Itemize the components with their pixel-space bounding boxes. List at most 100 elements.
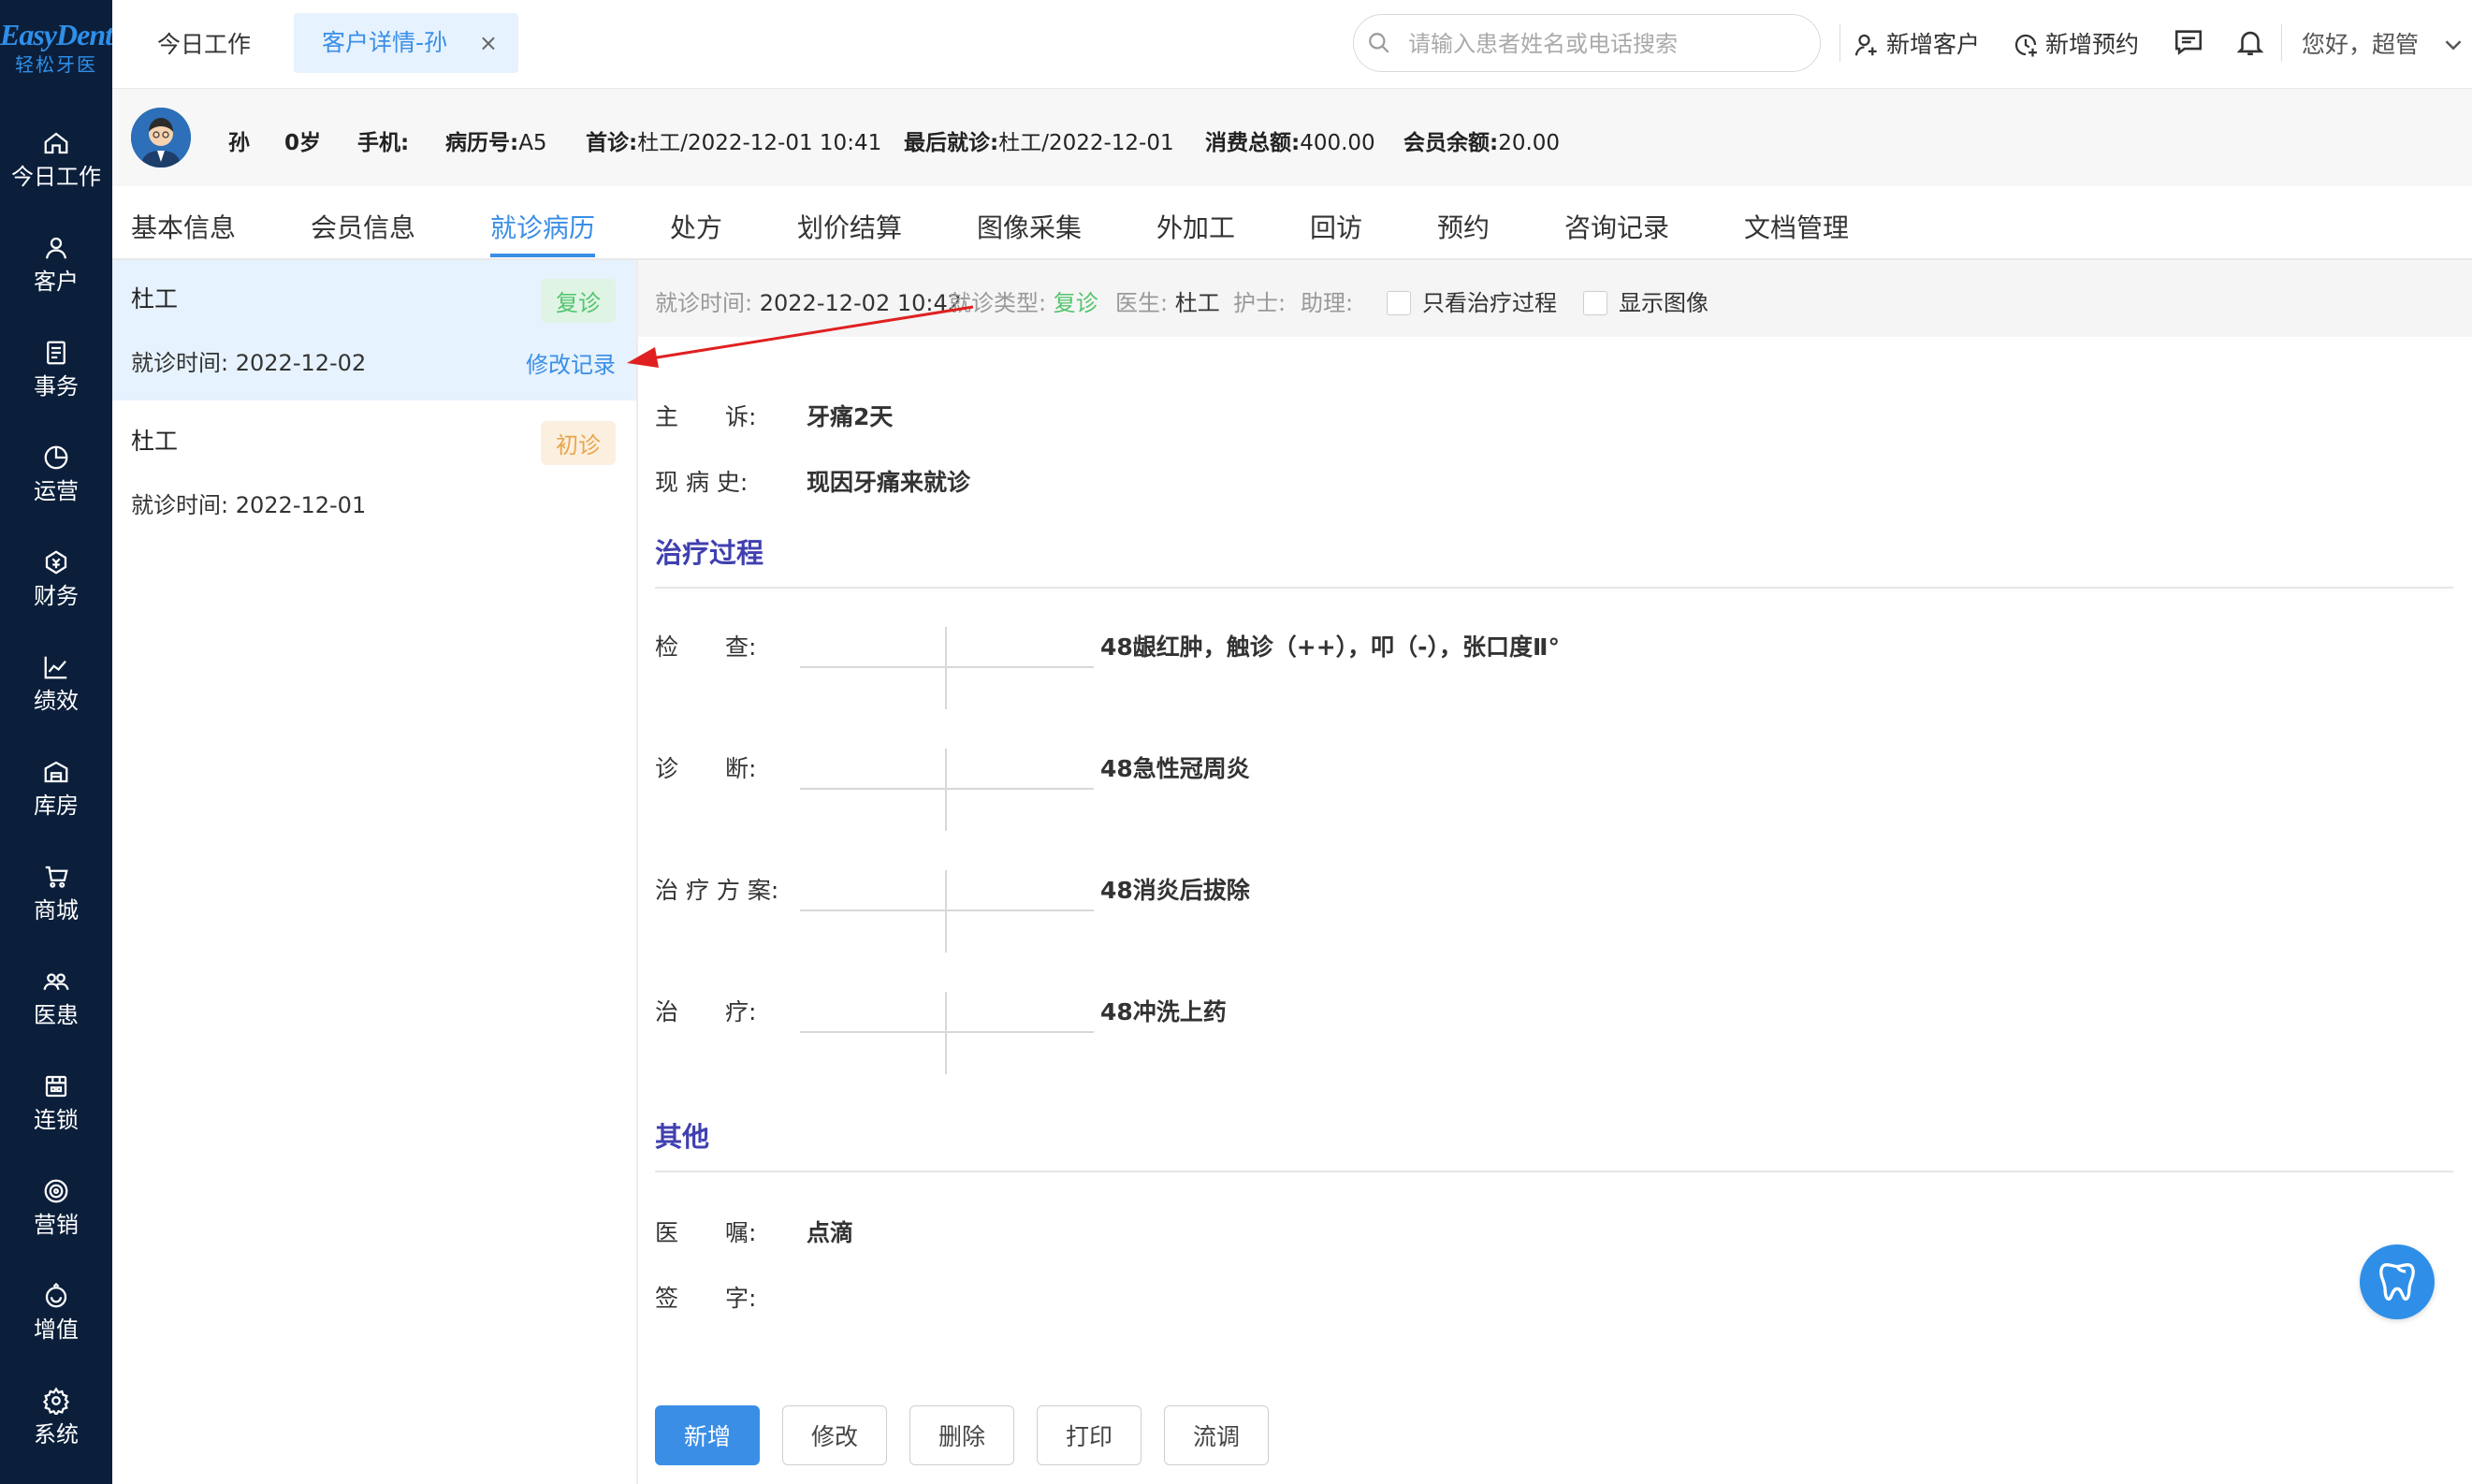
add-appointment-button[interactable]: 新增预约 — [2012, 26, 2139, 60]
edit-history-link[interactable]: 修改记录 — [526, 346, 616, 379]
tab-member-info[interactable]: 会员信息 — [311, 208, 415, 245]
tab-image-capture[interactable]: 图像采集 — [977, 208, 1082, 245]
present-illness-label: 现 病 史: — [655, 469, 749, 496]
treatment-value: 48冲洗上药 — [1100, 998, 1227, 1026]
print-button[interactable]: 打印 — [1037, 1405, 1141, 1465]
bell-icon[interactable] — [2234, 26, 2266, 58]
avatar-image — [131, 108, 191, 167]
patient-name: 孙 — [228, 131, 250, 155]
visit-doctor: 杜工 — [131, 428, 179, 455]
list-item[interactable]: 杜工 复诊 就诊时间: 2022-12-02 修改记录 — [112, 260, 636, 400]
sidebar-item-operations[interactable]: 运营 — [0, 444, 112, 537]
patient-info-bar: 孙 0岁 手机: 病历号:A5 首诊:杜工/2022-12-01 10:41 最… — [112, 89, 2472, 186]
tab-label: 客户详情-孙 — [322, 29, 448, 56]
record-doctor: 医生: 杜工 — [1115, 290, 1220, 316]
sidebar-item-doctor-patient[interactable]: 医患 — [0, 968, 112, 1061]
tab-follow-up[interactable]: 回访 — [1310, 208, 1362, 245]
modify-button[interactable]: 修改 — [782, 1405, 887, 1465]
record-nurse: 护士: — [1233, 290, 1287, 316]
sidebar-item-finance[interactable]: 财务 — [0, 548, 112, 642]
tooth-position-chart[interactable] — [800, 992, 1094, 1074]
sidebar-item-today[interactable]: 今日工作 — [0, 129, 112, 223]
tab-customer-detail[interactable]: 客户详情-孙 × — [294, 13, 518, 73]
home-icon — [44, 132, 68, 154]
sidebar-item-label: 营销 — [34, 1212, 79, 1238]
tab-basic-info[interactable]: 基本信息 — [131, 208, 236, 245]
delete-button[interactable]: 删除 — [909, 1405, 1014, 1465]
sidebar-item-mall[interactable]: 商城 — [0, 863, 112, 956]
tooth-position-chart[interactable] — [800, 749, 1094, 831]
status-badge: 复诊 — [541, 279, 616, 323]
tab-documents[interactable]: 文档管理 — [1744, 208, 1849, 245]
checkbox-box[interactable] — [1583, 291, 1607, 315]
sidebar-item-label: 商城 — [34, 897, 79, 924]
close-icon[interactable]: × — [479, 13, 498, 73]
sidebar-item-value-added[interactable]: 增值 — [0, 1282, 112, 1375]
sidebar-item-performance[interactable]: 绩效 — [0, 653, 112, 747]
sidebar-item-system[interactable]: 系统 — [0, 1387, 112, 1480]
only-process-checkbox[interactable]: 只看治疗过程 — [1387, 284, 1557, 317]
sidebar-item-label: 医患 — [34, 1002, 79, 1028]
record-visit-type: 就诊类型: 复诊 — [949, 290, 1098, 316]
search-box[interactable] — [1353, 14, 1821, 72]
present-illness-value: 现因牙痛来就诊 — [807, 469, 971, 496]
search-input[interactable] — [1406, 24, 1803, 64]
message-icon[interactable] — [2173, 26, 2204, 58]
show-images-checkbox[interactable]: 显示图像 — [1583, 284, 1709, 317]
patient-record-no: 病历号:A5 — [445, 131, 547, 155]
tooth-float-button[interactable] — [2360, 1244, 2435, 1319]
sidebar-item-customer[interactable]: 客户 — [0, 234, 112, 327]
tooth-position-chart[interactable] — [800, 627, 1094, 709]
add-appointment-label: 新增预约 — [2045, 31, 2140, 58]
tooth-position-chart[interactable] — [800, 870, 1094, 953]
sidebar-item-label: 绩效 — [34, 688, 79, 714]
visit-doctor: 杜工 — [131, 285, 179, 313]
advice-label: 医 嘱: — [655, 1219, 757, 1246]
visit-time: 就诊时间: 2022-12-01 — [131, 492, 367, 518]
list-item[interactable]: 杜工 初诊 就诊时间: 2022-12-01 — [112, 402, 636, 543]
diagnosis-value: 48急性冠周炎 — [1100, 755, 1250, 782]
warehouse-icon — [44, 761, 68, 783]
advice-value: 点滴 — [807, 1219, 854, 1246]
chief-complaint-label: 主 诉: — [655, 403, 757, 430]
sidebar-item-label: 今日工作 — [11, 164, 101, 190]
tab-billing[interactable]: 划价结算 — [797, 208, 902, 245]
tab-outsourcing[interactable]: 外加工 — [1156, 208, 1235, 245]
pie-chart-icon — [44, 445, 68, 470]
exam-label: 检 查: — [655, 633, 757, 661]
section-title-other: 其他 — [655, 1121, 710, 1153]
tab-medical-record[interactable]: 就诊病历 — [490, 208, 595, 245]
divider — [2281, 24, 2282, 62]
tab-appointment[interactable]: 预约 — [1437, 208, 1490, 245]
sidebar-item-label: 连锁 — [34, 1107, 79, 1133]
store-icon — [45, 1075, 67, 1098]
sidebar-item-label: 事务 — [34, 373, 79, 400]
checkbox-box[interactable] — [1387, 291, 1411, 315]
tab-today-work[interactable]: 今日工作 — [157, 26, 251, 60]
visit-list: 杜工 复诊 就诊时间: 2022-12-02 修改记录 杜工 初诊 就诊时间: … — [112, 260, 638, 1484]
visit-time: 就诊时间: 2022-12-02 — [131, 350, 367, 376]
sidebar-item-chain[interactable]: 连锁 — [0, 1072, 112, 1166]
tab-consultation[interactable]: 咨询记录 — [1564, 208, 1669, 245]
add-customer-button[interactable]: 新增客户 — [1853, 26, 1980, 60]
divider — [1839, 24, 1840, 62]
patient-first-visit: 首诊:杜工/2022-12-01 10:41 — [586, 131, 882, 155]
add-customer-label: 新增客户 — [1886, 31, 1981, 58]
target-icon — [44, 1179, 68, 1203]
top-bar: 今日工作 客户详情-孙 × 新增客户 新增预约 您好，超管 — [112, 0, 2472, 89]
sidebar-item-affairs[interactable]: 事务 — [0, 339, 112, 432]
user-menu[interactable]: 您好，超管 — [2302, 26, 2467, 60]
tab-prescription[interactable]: 处方 — [670, 208, 722, 245]
section-divider — [655, 1171, 2453, 1172]
record-assistant: 助理: — [1301, 290, 1354, 316]
add-button[interactable]: 新增 — [655, 1405, 760, 1465]
sidebar-item-warehouse[interactable]: 库房 — [0, 758, 112, 851]
transfer-button[interactable]: 流调 — [1164, 1405, 1269, 1465]
sidebar-item-marketing[interactable]: 营销 — [0, 1177, 112, 1271]
patient-total-spend: 消费总额:400.00 — [1205, 131, 1375, 155]
signature-label: 签 字: — [655, 1285, 757, 1312]
active-tab-indicator — [490, 254, 595, 257]
tooth-icon — [2379, 1263, 2415, 1301]
people-icon — [43, 973, 69, 991]
section-divider — [655, 587, 2453, 589]
